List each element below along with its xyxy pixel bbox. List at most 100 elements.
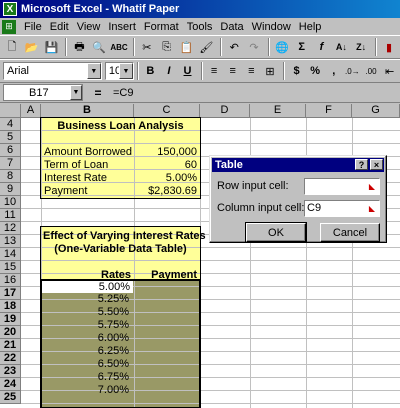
chevron-down-icon[interactable]: ▼ (86, 63, 101, 79)
row-header[interactable]: 20 (0, 326, 21, 339)
row-header[interactable]: 13 (0, 235, 21, 248)
menu-format[interactable]: Format (140, 21, 183, 33)
row-header[interactable]: 12 (0, 222, 21, 235)
format-painter-icon[interactable]: 🖌 (197, 38, 215, 56)
row-header[interactable]: 6 (0, 144, 21, 157)
column-header-f[interactable]: F (306, 104, 352, 118)
toolbar-separator (65, 38, 68, 56)
copy-icon[interactable]: ⎘ (158, 38, 176, 56)
undo-icon[interactable]: ↶ (225, 38, 243, 56)
row-input-field[interactable]: ◣ (304, 178, 380, 195)
sort-ascending-icon[interactable]: A↓ (332, 38, 350, 56)
toolbar-separator (375, 38, 378, 56)
column-header-a[interactable]: A (21, 104, 41, 118)
align-right-icon[interactable]: ≡ (243, 62, 260, 80)
align-left-icon[interactable]: ≡ (206, 62, 223, 80)
increase-decimal-icon[interactable]: .0→ (344, 62, 361, 80)
row-header[interactable]: 19 (0, 313, 21, 326)
row-header[interactable]: 11 (0, 209, 21, 222)
dialog-title: Table (215, 159, 243, 171)
window-title: Microsoft Excel - Whatif Paper (21, 3, 180, 15)
decrease-indent-icon[interactable]: ⇤ (381, 62, 398, 80)
row-header[interactable]: 22 (0, 352, 21, 365)
range-picker-icon[interactable]: ◣ (366, 180, 378, 192)
column-header-d[interactable]: D (200, 104, 250, 118)
menu-help[interactable]: Help (295, 21, 326, 33)
row-header[interactable]: 10 (0, 196, 21, 209)
cancel-button[interactable]: Cancel (320, 223, 380, 242)
row-header[interactable]: 21 (0, 339, 21, 352)
row-header[interactable]: 25 (0, 391, 21, 404)
help-icon[interactable]: ? (355, 159, 368, 170)
save-icon[interactable]: 💾 (43, 38, 61, 56)
payment-header: Payment (151, 269, 197, 281)
row-header[interactable]: 18 (0, 300, 21, 313)
cut-icon[interactable]: ✂ (138, 38, 156, 56)
workbook-icon[interactable]: ⊞ (2, 19, 16, 34)
paste-icon[interactable]: 📋 (178, 38, 196, 56)
range-picker-icon[interactable]: ◣ (366, 202, 378, 214)
menu-insert[interactable]: Insert (104, 21, 140, 33)
italic-icon[interactable]: I (161, 62, 178, 80)
chart-wizard-icon[interactable]: ▮ (380, 38, 398, 56)
decrease-decimal-icon[interactable]: .00 (363, 62, 380, 80)
menu-edit[interactable]: Edit (46, 21, 73, 33)
dialog-title-bar: Table ? × (212, 158, 384, 172)
font-name-select[interactable]: Arial ▼ (3, 62, 102, 80)
print-icon[interactable]: 🖶 (70, 38, 88, 56)
row-header[interactable]: 17 (0, 287, 21, 300)
currency-icon[interactable]: $ (288, 62, 305, 80)
column-input-field[interactable]: C9 ◣ (304, 200, 380, 217)
redo-icon[interactable]: ↷ (245, 38, 263, 56)
select-all-corner[interactable] (0, 104, 21, 118)
print-preview-icon[interactable]: 🔍 (90, 38, 108, 56)
row-header[interactable]: 4 (0, 118, 21, 131)
autosum-icon[interactable]: Σ (293, 38, 311, 56)
row-header[interactable]: 15 (0, 261, 21, 274)
column-header-c[interactable]: C (134, 104, 200, 118)
row-header[interactable]: 23 (0, 365, 21, 378)
row-header[interactable]: 7 (0, 157, 21, 170)
menu-file[interactable]: File (20, 21, 46, 33)
close-icon[interactable]: × (370, 159, 383, 170)
chevron-down-icon[interactable]: ▼ (118, 63, 133, 79)
font-size-select[interactable]: 10 ▼ (104, 62, 134, 80)
comma-icon[interactable]: , (325, 62, 342, 80)
ok-button[interactable]: OK (245, 222, 307, 243)
align-center-icon[interactable]: ≡ (224, 62, 241, 80)
chevron-down-icon[interactable]: ▼ (70, 85, 82, 100)
menu-data[interactable]: Data (216, 21, 247, 33)
menu-tools[interactable]: Tools (183, 21, 217, 33)
bold-icon[interactable]: B (142, 62, 159, 80)
row-header[interactable]: 5 (0, 131, 21, 144)
column-header-e[interactable]: E (250, 104, 306, 118)
function-icon[interactable]: f (313, 38, 331, 56)
menu-window[interactable]: Window (248, 21, 295, 33)
merge-center-icon[interactable]: ⊞ (262, 62, 279, 80)
row-header[interactable]: 16 (0, 274, 21, 287)
sort-descending-icon[interactable]: Z↓ (352, 38, 370, 56)
name-box[interactable]: B17 ▼ (3, 84, 83, 101)
payment-label: Payment (44, 185, 88, 197)
toolbar-separator (200, 62, 203, 80)
rate-cell[interactable]: 7.00% (41, 382, 129, 398)
new-icon[interactable]: 🗋 (3, 38, 21, 56)
menu-view[interactable]: View (73, 21, 105, 33)
column-input-label: Column input cell: (217, 202, 305, 214)
equals-icon: = (94, 85, 102, 100)
open-icon[interactable]: 📂 (23, 38, 41, 56)
worksheet-grid[interactable]: A B C D E F G 4 5 6 7 8 9 10 11 12 13 14 15 16 17 18 19… (0, 104, 400, 408)
percent-icon[interactable]: % (307, 62, 324, 80)
toolbar-separator (267, 38, 270, 56)
table-title-line2: (One-Variable Data Table) (54, 243, 187, 255)
underline-icon[interactable]: U (179, 62, 196, 80)
formula-input[interactable]: =C9 (113, 87, 134, 99)
row-header[interactable]: 8 (0, 170, 21, 183)
spelling-icon[interactable]: ABC (110, 38, 128, 56)
hyperlink-icon[interactable]: 🌐 (273, 38, 291, 56)
column-header-b[interactable]: B (41, 104, 134, 118)
row-header[interactable]: 9 (0, 183, 21, 196)
row-header[interactable]: 24 (0, 378, 21, 391)
column-header-g[interactable]: G (352, 104, 400, 118)
row-header[interactable]: 14 (0, 248, 21, 261)
